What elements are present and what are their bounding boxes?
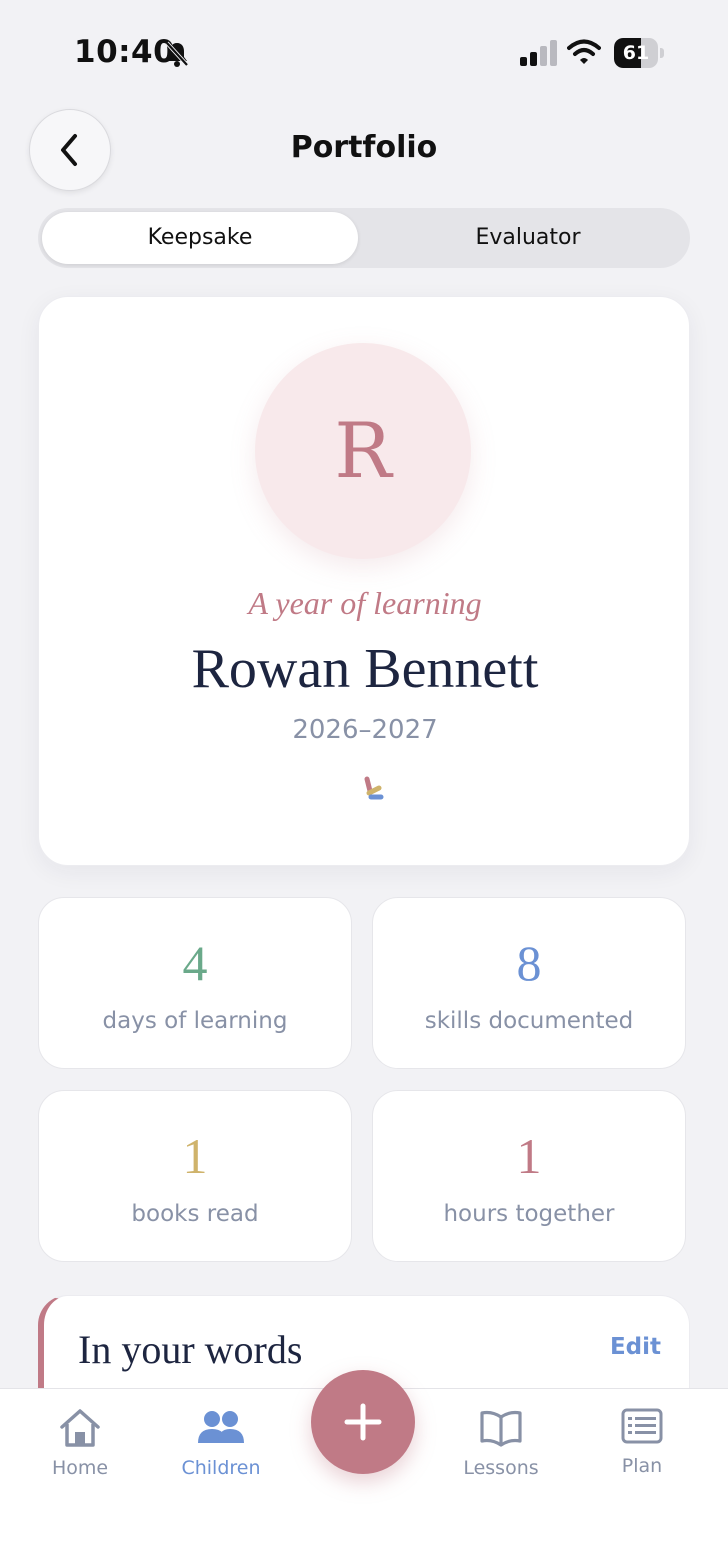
section-title: In your words — [78, 1327, 303, 1372]
child-name: Rowan Bennett — [191, 638, 539, 700]
avatar: R — [255, 343, 471, 559]
tab-label: Children — [181, 1457, 261, 1479]
keepsake-hero-card: R A year of learning Rowan Bennett 2026–… — [38, 296, 690, 866]
tab-label: Plan — [621, 1455, 663, 1477]
tab-home[interactable]: Home — [20, 1407, 140, 1487]
stat-card-days[interactable]: 4 days of learning — [38, 897, 352, 1069]
tab-lessons[interactable]: Lessons — [441, 1407, 561, 1487]
house-icon — [60, 1409, 100, 1447]
wifi-icon — [567, 39, 601, 64]
people-icon — [198, 1411, 244, 1443]
tab-evaluator[interactable]: Evaluator — [370, 212, 686, 264]
segmented-control: Keepsake Evaluator — [38, 208, 690, 268]
list-card-icon — [621, 1408, 663, 1444]
tab-keepsake[interactable]: Keepsake — [42, 212, 358, 264]
stat-value: 8 — [516, 935, 542, 991]
stat-value: 4 — [182, 935, 208, 991]
stat-card-hours[interactable]: 1 hours together — [372, 1090, 686, 1262]
battery-percent: 61 — [622, 42, 650, 64]
tab-label: Lessons — [463, 1457, 539, 1479]
hero-subtitle: A year of learning — [248, 585, 482, 621]
status-time: 10:40 — [74, 34, 176, 70]
battery-icon: 61 — [614, 38, 664, 68]
loading-spinner-icon — [364, 776, 384, 800]
plus-icon — [344, 1403, 382, 1441]
stat-label: books read — [131, 1201, 259, 1227]
edit-link[interactable]: Edit — [610, 1334, 661, 1360]
stat-label: days of learning — [102, 1008, 288, 1034]
stat-label: skills documented — [424, 1008, 634, 1034]
signal-icon — [520, 40, 557, 66]
tab-plan[interactable]: Plan — [582, 1407, 702, 1487]
stat-value: 1 — [182, 1128, 208, 1184]
stat-card-skills[interactable]: 8 skills documented — [372, 897, 686, 1069]
add-button[interactable] — [311, 1370, 415, 1474]
open-book-icon — [480, 1410, 522, 1447]
stat-label: hours together — [443, 1201, 615, 1227]
stat-card-books[interactable]: 1 books read — [38, 1090, 352, 1262]
school-year: 2026–2027 — [292, 715, 438, 745]
tab-children[interactable]: Children — [161, 1407, 281, 1487]
tab-label: Home — [51, 1457, 109, 1479]
stat-value: 1 — [516, 1128, 542, 1184]
status-bar: 10:40 61 — [0, 0, 728, 100]
page-title: Portfolio — [290, 130, 438, 165]
bell-slash-icon — [165, 41, 189, 67]
